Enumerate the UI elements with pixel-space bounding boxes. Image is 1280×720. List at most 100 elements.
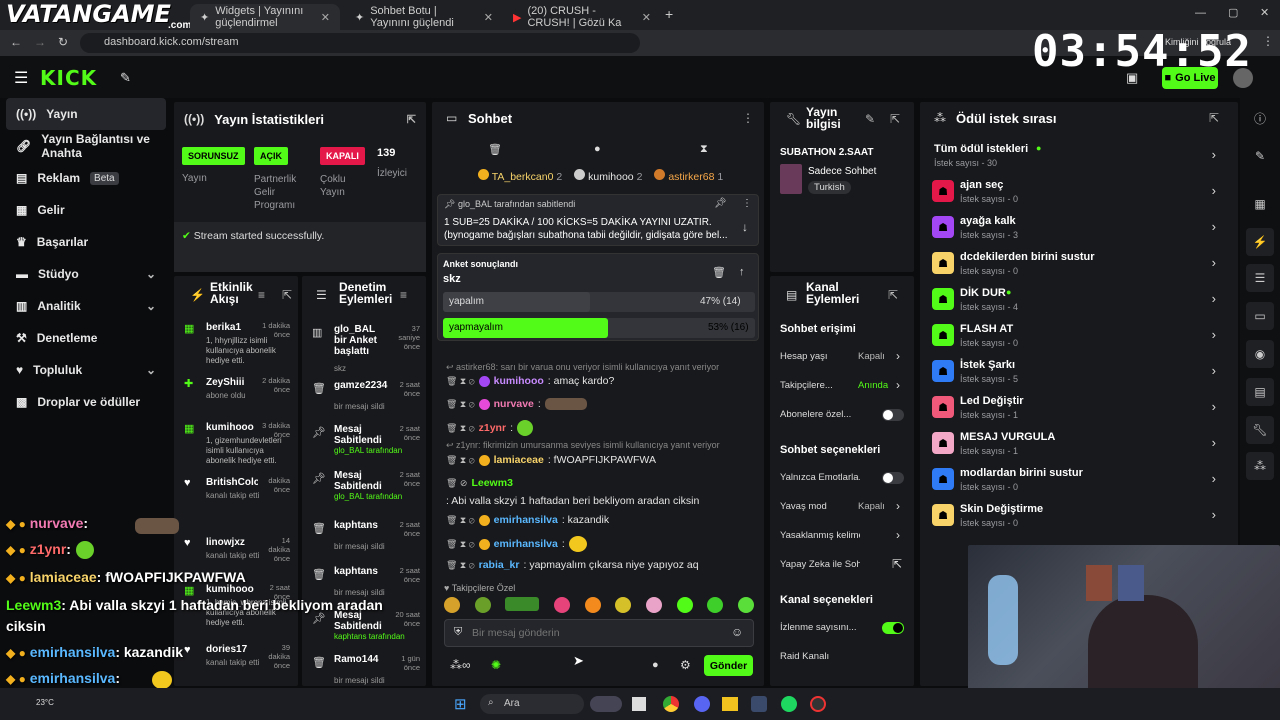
- url-field[interactable]: dashboard.kick.com/stream: [80, 33, 640, 53]
- channel-setting-row[interactable]: Hesap yaşı Kapalı ›: [778, 346, 908, 370]
- kick-logo[interactable]: KICK: [40, 66, 97, 90]
- emote-icon[interactable]: [707, 597, 724, 613]
- close-window-icon[interactable]: ✕: [1260, 6, 1269, 19]
- chat-menu-icon[interactable]: ⋮: [742, 111, 754, 125]
- close-tab-icon[interactable]: ✕: [321, 11, 330, 24]
- info-icon[interactable]: ⓘ: [1246, 104, 1274, 132]
- mod-tools-icon[interactable]: 🗑︎ ⧗ ⊘: [446, 560, 475, 571]
- chat-message[interactable]: 🗑︎ ⧗ ⊘ lamiaceae: fWOAPFIJKPAWFWA: [446, 454, 656, 466]
- reward-row[interactable]: ☗ ayağa kalk İstek sayısı - 3 ›: [932, 210, 1222, 246]
- channel-setting-row[interactable]: İzlenme sayısını...: [778, 617, 908, 641]
- mod-tools-icon[interactable]: 🗑︎ ⊘: [446, 476, 467, 490]
- task-view-icon[interactable]: [632, 697, 646, 711]
- reward-icon[interactable]: ⁂: [1246, 452, 1274, 480]
- browser-menu-icon[interactable]: ⋮: [1262, 34, 1274, 48]
- sidebar-item-reklam[interactable]: ▤ Reklam Beta: [0, 162, 172, 194]
- mod-tools-icon[interactable]: 🗑︎ ⧗ ⊘: [446, 515, 475, 526]
- close-tab-icon[interactable]: ✕: [484, 11, 493, 24]
- discord-icon[interactable]: [694, 696, 710, 712]
- channel-setting-row[interactable]: Yalnızca Emotlarla...: [778, 467, 908, 491]
- chrome-icon[interactable]: [663, 696, 679, 712]
- steam-icon[interactable]: [751, 696, 767, 712]
- browser-tab[interactable]: ▶ (20) CRUSH - CRUSH! | Gözü Ka ✕: [503, 4, 661, 30]
- channel-setting-row[interactable]: Takipçilere... Anında ›: [778, 375, 908, 399]
- file-explorer-icon[interactable]: [722, 697, 738, 711]
- sidebar-item-baglanti[interactable]: 🔗︎ Yayın Bağlantısı ve Anahta: [0, 130, 172, 162]
- sidebar-item-gelir[interactable]: ▦ Gelir: [0, 194, 172, 226]
- edit-icon[interactable]: ✎: [865, 112, 875, 126]
- emote-icon[interactable]: [505, 597, 540, 611]
- gifter-item[interactable]: kumihooo 2: [574, 169, 642, 183]
- gifter-item[interactable]: TA_berkcan0 2: [478, 169, 562, 183]
- close-tab-icon[interactable]: ✕: [642, 11, 651, 24]
- chat-message[interactable]: 🗑︎ ⧗ ⊘ emirhansilva: kazandik: [446, 514, 609, 526]
- reward-row[interactable]: ☗ MESAJ VURGULA İstek sayısı - 1 ›: [932, 426, 1222, 462]
- reward-row[interactable]: ☗ dcdekilerden birini sustur İstek sayıs…: [932, 246, 1222, 282]
- emote-icon[interactable]: [676, 597, 693, 613]
- maximize-icon[interactable]: ▢: [1228, 6, 1238, 19]
- channel-setting-row[interactable]: Yasaklanmış kelimeler ›: [778, 525, 908, 549]
- toggle-switch[interactable]: [882, 409, 904, 421]
- windows-start-icon[interactable]: ⊞: [454, 695, 467, 713]
- layout-icon[interactable]: ▦: [1246, 190, 1274, 218]
- mod-tools-icon[interactable]: 🗑︎ ⧗ ⊘: [446, 399, 475, 410]
- mod-tools-icon[interactable]: 🗑︎ ⧗ ⊘: [446, 376, 475, 387]
- broadcast-icon[interactable]: ◉: [1246, 340, 1274, 368]
- channel-setting-row[interactable]: Abonelere özel...: [778, 404, 908, 428]
- chat-message[interactable]: 🗑︎ ⧗ ⊘ rabia_kr: yapmayalım çıkarsa niye …: [446, 559, 699, 571]
- unpin-icon[interactable]: 📌︎: [714, 198, 727, 209]
- send-button[interactable]: Gönder: [704, 655, 753, 676]
- edit-icon[interactable]: ✎: [1246, 142, 1274, 170]
- chat-bubble-icon[interactable]: ●: [594, 143, 601, 155]
- new-tab-button[interactable]: +: [665, 6, 673, 22]
- popout-icon[interactable]: ⇱: [1209, 111, 1219, 125]
- collapse-icon[interactable]: ↑: [739, 266, 745, 278]
- spotify-icon[interactable]: [781, 696, 797, 712]
- minimize-icon[interactable]: —: [1195, 7, 1206, 19]
- browser-tab[interactable]: ✦ Widgets | Yayınını güçlendirmel ✕: [190, 4, 340, 30]
- expand-icon[interactable]: ↓: [742, 220, 748, 234]
- reward-row[interactable]: ☗ DİK DUR ● İstek sayısı - 4 ›: [932, 282, 1222, 318]
- filter-icon[interactable]: ≡: [258, 288, 265, 302]
- pinned-menu-icon[interactable]: ⋮: [742, 198, 752, 209]
- reward-row[interactable]: ☗ Skin Değiştirme İstek sayısı - 0 ›: [932, 498, 1222, 534]
- popout-icon[interactable]: ⇱: [888, 288, 898, 302]
- forward-icon[interactable]: →: [34, 35, 46, 49]
- settings-gear-icon[interactable]: ⚙: [680, 658, 691, 672]
- sidebar-item-basarilar[interactable]: ♛ Başarılar: [0, 226, 172, 258]
- wrench-icon[interactable]: 🔧︎: [1246, 416, 1274, 444]
- chat-message[interactable]: 🗑︎ ⧗ ⊘ emirhansilva:: [446, 536, 587, 552]
- popout-icon[interactable]: ⇱: [890, 112, 900, 126]
- sidebar-item-analitik[interactable]: ▥ Analitik ⌄: [0, 290, 172, 322]
- sidebar-item-denetleme[interactable]: ⚒ Denetleme: [0, 322, 172, 354]
- bolt-icon[interactable]: ⚡: [1246, 228, 1274, 256]
- reward-row[interactable]: ☗ ajan seç İstek sayısı - 0 ›: [932, 174, 1222, 210]
- trash-icon[interactable]: 🗑︎: [488, 143, 502, 156]
- chat-icon[interactable]: ▭: [1246, 302, 1274, 330]
- popout-icon[interactable]: ⇱: [407, 113, 416, 126]
- emoji-icon[interactable]: ☺: [731, 625, 743, 639]
- chat-message[interactable]: 🗑︎ ⧗ ⊘ z1ynr:: [446, 420, 533, 436]
- mod-tools-icon[interactable]: 🗑︎ ⧗ ⊘: [446, 539, 475, 550]
- emote-icon[interactable]: [584, 597, 601, 613]
- chat-bubble-icon[interactable]: ●: [652, 659, 659, 671]
- channel-icon[interactable]: ▤: [1246, 378, 1274, 406]
- delete-poll-icon[interactable]: 🗑︎: [712, 266, 726, 279]
- channel-setting-row[interactable]: Yapay Zeka ile Sohbe... ⇱: [778, 554, 908, 578]
- emote-icon[interactable]: [553, 597, 570, 613]
- sidebar-item-droplar[interactable]: ▩ Droplar ve ödüller: [0, 386, 172, 418]
- hamburger-icon[interactable]: ☰: [14, 68, 28, 88]
- gifter-item[interactable]: astirker68 1: [654, 169, 723, 183]
- sidebar-item-studyo[interactable]: ▬ Stüdyo ⌄: [0, 258, 172, 290]
- mod-tools-icon[interactable]: 🗑︎ ⧗ ⊘: [446, 455, 475, 466]
- emote-icon[interactable]: [737, 597, 754, 613]
- popout-icon[interactable]: ⇱: [282, 288, 292, 302]
- gift-infinity-icon[interactable]: ⁂∞: [450, 658, 471, 672]
- reward-row[interactable]: ☗ modlardan birini sustur İstek sayısı -…: [932, 462, 1222, 498]
- list-icon[interactable]: ☰: [1246, 264, 1274, 292]
- back-icon[interactable]: ←: [10, 35, 22, 49]
- reward-row[interactable]: ☗ Led Değiştir İstek sayısı - 1 ›: [932, 390, 1222, 426]
- channel-setting-row[interactable]: Yavaş mod Kapalı ›: [778, 496, 908, 520]
- hourglass-icon[interactable]: ⧗: [700, 143, 708, 156]
- chat-message[interactable]: 🗑︎ ⊘ Leewm3: Abi valla skzyi 1 haftadan b…: [446, 476, 746, 508]
